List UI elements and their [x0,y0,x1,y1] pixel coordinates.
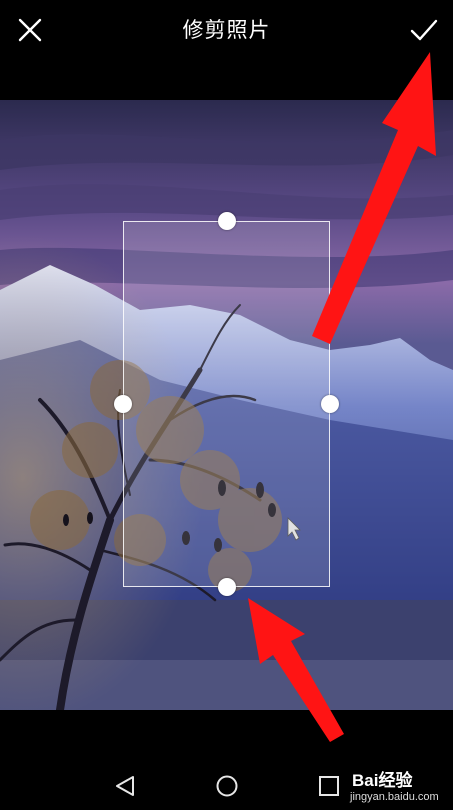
watermark-brand: Bai经验 [352,771,413,790]
home-circle-icon [216,775,238,797]
back-button[interactable] [107,768,143,804]
check-icon [410,19,438,41]
home-button[interactable] [209,768,245,804]
crop-handle-top[interactable] [218,212,236,230]
page-title: 修剪照片 [182,18,271,42]
recent-square-icon [319,776,339,796]
top-bar: 修剪照片 [0,0,453,100]
crop-handle-left[interactable] [114,395,132,413]
crop-handle-right[interactable] [321,395,339,413]
watermark-url: jingyan.baidu.com [350,791,439,803]
crop-handle-bottom[interactable] [218,578,236,596]
crop-frame[interactable] [123,221,330,587]
recent-apps-button[interactable] [311,768,347,804]
confirm-button[interactable] [406,12,442,48]
back-triangle-icon [116,776,134,796]
watermark: Bai经验 jingyan.baidu.com [350,764,450,808]
